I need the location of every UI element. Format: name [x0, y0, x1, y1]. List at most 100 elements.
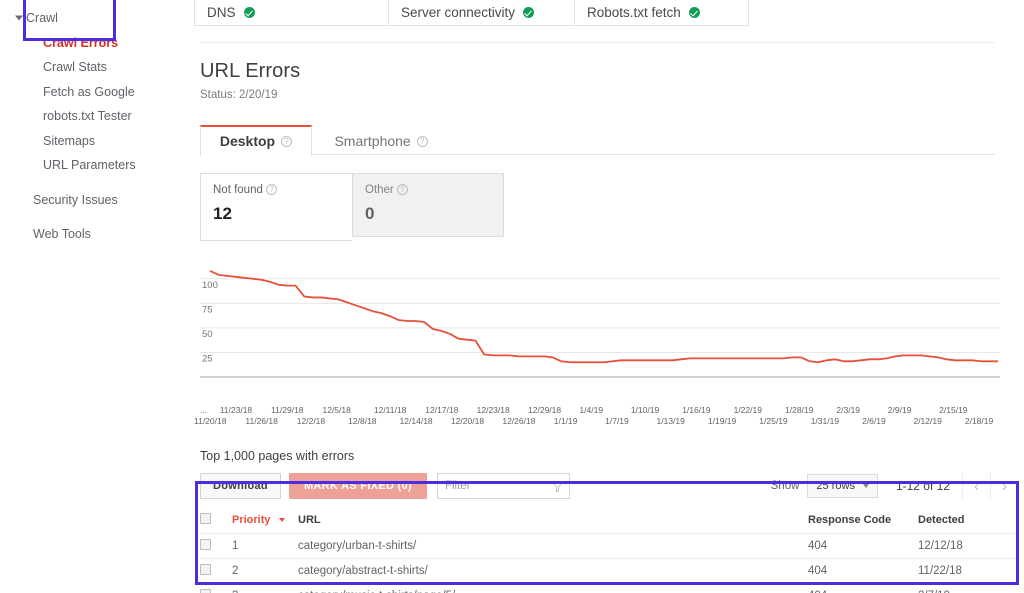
cell-detected: 2/7/19	[918, 583, 1018, 593]
cell-response-code: 404	[808, 533, 918, 559]
x-axis-label: 1/1/19	[553, 416, 578, 426]
select-all-checkbox[interactable]	[200, 513, 211, 525]
cell-detected: 11/22/18	[918, 558, 1018, 584]
x-axis-label: 2/12/19	[913, 416, 942, 426]
column-label: Response Code	[808, 514, 892, 527]
cell-detected: 12/12/18	[918, 533, 1018, 559]
download-button[interactable]: Download	[200, 473, 281, 499]
question-circle-icon[interactable]: ?	[416, 135, 428, 147]
x-axis-label: 1/16/19	[682, 405, 711, 415]
cell-url[interactable]: category/abstract-t-shirts/	[298, 558, 808, 584]
svg-text:25: 25	[202, 353, 213, 364]
sidebar-group-crawl[interactable]: Crawl	[0, 6, 188, 31]
x-axis-label: 12/8/18	[348, 416, 377, 426]
x-axis-label: 2/18/19	[964, 416, 994, 426]
sidebar-item-web-tools[interactable]: Web Tools	[0, 222, 188, 247]
card-label: Not found	[213, 184, 263, 196]
card-label-wrap: Other ?	[365, 184, 491, 196]
next-page-button[interactable]: ›	[990, 473, 1018, 499]
status-cell-server-connectivity[interactable]: Server connectivity	[388, 0, 574, 26]
svg-text:75: 75	[202, 304, 213, 315]
sidebar-item-label: Web Tools	[33, 227, 91, 241]
question-circle-icon[interactable]: ?	[266, 184, 278, 196]
cell-url[interactable]: category/music-t-shirts/page/5/	[298, 583, 808, 593]
sidebar-item-label: Fetch as Google	[43, 84, 135, 99]
crawl-errors-page: Crawl Crawl Errors Crawl Stats Fetch as …	[0, 0, 1024, 593]
x-axis-label: 12/20/18	[450, 416, 485, 426]
row-checkbox[interactable]	[200, 588, 211, 593]
status-cell-robots-txt-fetch[interactable]: Robots.txt fetch	[574, 0, 749, 26]
rows-per-page-select[interactable]: 25 rows	[807, 474, 878, 498]
table-row[interactable]: 1 category/urban-t-shirts/ 404 12/12/18	[200, 533, 1018, 559]
funnel-icon[interactable]	[551, 480, 564, 493]
show-label: Show	[770, 480, 800, 492]
cell-priority: 2	[232, 558, 298, 584]
x-axis-label: 12/23/18	[476, 405, 510, 415]
card-value: 12	[213, 204, 232, 223]
rows-per-page-value: 25 rows	[816, 480, 855, 492]
device-tabs: Desktop ? Smartphone ?	[200, 125, 995, 156]
column-header-priority[interactable]: Priority	[232, 508, 298, 534]
cell-response-code: 404	[808, 583, 918, 593]
chart-x-axis-labels: ... 11/20/18 11/26/18 12/2/18 12/8/18 12/14/1…	[194, 405, 1000, 431]
status-label: Server connectivity	[401, 5, 516, 20]
sidebar-item-crawl-errors[interactable]: Crawl Errors	[0, 31, 188, 56]
check-circle-icon	[243, 7, 255, 18]
sidebar-item-fetch-as-google[interactable]: Fetch as Google	[0, 80, 188, 105]
question-circle-icon[interactable]: ?	[281, 135, 293, 147]
column-header-detected[interactable]: Detected	[918, 508, 1018, 534]
sidebar-item-crawl-stats[interactable]: Crawl Stats	[0, 55, 188, 80]
caret-down-icon	[15, 15, 23, 21]
tab-label: Desktop	[219, 133, 276, 149]
card-label-wrap: Not found ?	[213, 184, 340, 196]
x-axis-label: 12/11/18	[373, 405, 407, 415]
cell-url[interactable]: category/urban-t-shirts/	[298, 533, 808, 559]
question-circle-icon[interactable]: ?	[396, 184, 408, 196]
tab-smartphone[interactable]: Smartphone ?	[316, 126, 445, 156]
x-axis-label: 1/19/19	[707, 416, 737, 426]
row-checkbox-cell	[200, 558, 232, 584]
sidebar-item-robots-txt-tester[interactable]: robots.txt Tester	[0, 104, 188, 129]
card-other[interactable]: Other ? 0	[352, 173, 504, 237]
table-row[interactable]: 2 category/abstract-t-shirts/ 404 11/22/…	[200, 558, 1018, 584]
svg-text:100: 100	[202, 280, 218, 291]
column-header-response-code[interactable]: Response Code	[808, 508, 918, 534]
sidebar-item-label: Crawl Errors	[43, 35, 119, 50]
prev-page-button[interactable]: ‹	[962, 473, 990, 499]
column-header-url[interactable]: URL	[298, 508, 808, 534]
status-timestamp: Status: 2/20/19	[200, 89, 278, 101]
sidebar-item-url-parameters[interactable]: URL Parameters	[0, 153, 188, 178]
x-axis-label: 1/13/19	[656, 416, 685, 426]
mark-as-fixed-button[interactable]: MARK AS FIXED (0)	[288, 473, 427, 499]
chevron-down-icon	[862, 484, 869, 488]
table-row[interactable]: 3 category/music-t-shirts/page/5/ 404 2/…	[200, 583, 1018, 593]
card-label: Other	[365, 184, 394, 196]
check-circle-icon	[523, 7, 535, 18]
status-cell-dns[interactable]: DNS	[194, 0, 388, 26]
svg-text:50: 50	[202, 329, 213, 340]
column-label: Priority	[232, 514, 271, 527]
cell-response-code: 404	[808, 558, 918, 584]
x-axis-label: 1/22/19	[733, 405, 762, 415]
site-health-status-strip: DNS Server connectivity Robots.txt fetch	[194, 0, 1016, 26]
row-checkbox-cell	[200, 533, 232, 559]
x-axis-label: 12/5/18	[322, 405, 351, 415]
status-label: Robots.txt fetch	[587, 5, 681, 20]
x-axis-label: 1/4/19	[579, 405, 604, 415]
row-checkbox[interactable]	[200, 563, 211, 575]
sidebar-item-security-issues[interactable]: Security Issues	[0, 188, 188, 213]
sidebar-item-sitemaps[interactable]: Sitemaps	[0, 129, 188, 154]
card-value: 0	[365, 204, 375, 223]
card-not-found[interactable]: Not found ? 12	[200, 173, 352, 241]
x-axis-label: 12/14/18	[399, 416, 433, 426]
errors-trend-chart: 25 50 75 100	[200, 263, 1000, 403]
url-errors-table: Priority URL Response Code Detected 1 ca…	[200, 508, 1018, 593]
cell-priority: 3	[232, 583, 298, 593]
page-title: URL Errors	[200, 60, 301, 82]
tab-desktop[interactable]: Desktop ?	[200, 125, 312, 156]
sidebar-item-label: Security Issues	[33, 192, 118, 207]
x-axis-label: 2/6/19	[862, 416, 886, 426]
x-axis-label: 11/23/18	[219, 405, 253, 415]
row-checkbox[interactable]	[200, 538, 211, 550]
